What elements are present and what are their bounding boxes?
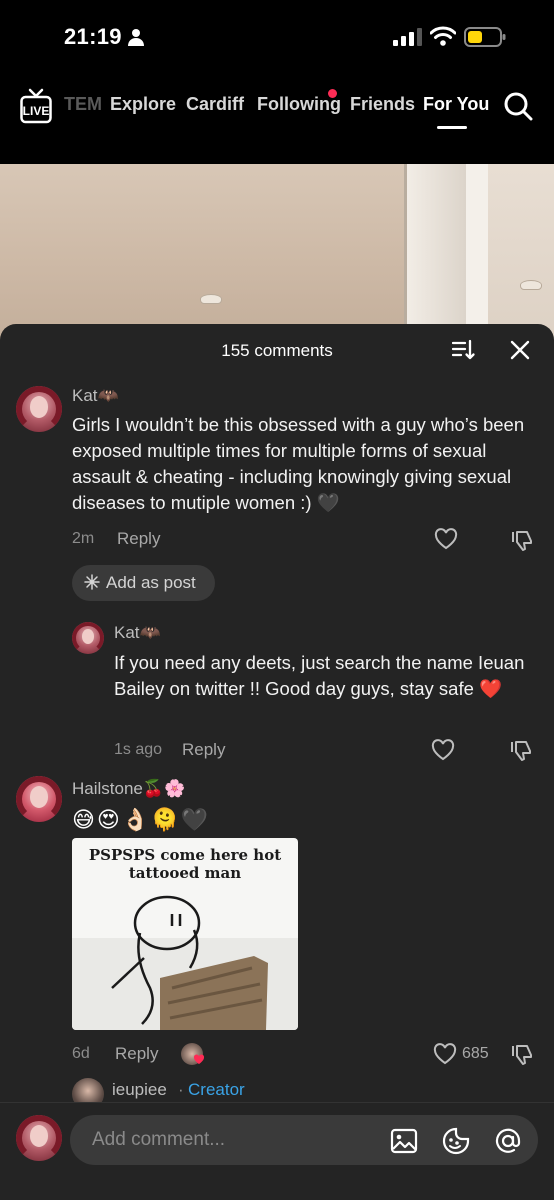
heart-icon[interactable] <box>433 1043 457 1065</box>
nav-item-for-you[interactable]: For You <box>423 94 489 115</box>
reply-username[interactable]: Kat🦇 <box>114 623 161 643</box>
like-count: 685 <box>462 1045 489 1062</box>
svg-text:LIVE: LIVE <box>23 104 50 118</box>
top-nav: LIVE TEM Explore Cardiff Following Frien… <box>0 72 554 164</box>
reply-button[interactable]: Reply <box>117 529 160 549</box>
nav-item-friends[interactable]: Friends <box>350 94 415 115</box>
heart-icon[interactable] <box>434 528 458 550</box>
dislike-icon[interactable] <box>510 740 532 762</box>
nav-item-tem[interactable]: TEM <box>64 94 102 115</box>
my-avatar <box>16 1115 62 1161</box>
dislike-icon[interactable] <box>511 1044 533 1066</box>
signal-icon <box>393 28 422 46</box>
status-bar: 21:19 <box>0 0 554 72</box>
video-smoke-detector <box>520 280 542 290</box>
reply-button[interactable]: Reply <box>115 1044 158 1064</box>
comment-emoji-text: 😅😍👌🏻🫠🖤 <box>72 807 211 832</box>
battery-icon <box>464 27 506 47</box>
add-as-post-button[interactable]: Add as post <box>72 565 215 601</box>
emoji-icon[interactable] <box>442 1127 470 1155</box>
nav-item-explore[interactable]: Explore <box>110 94 176 115</box>
video-door <box>404 164 466 344</box>
avatar[interactable] <box>72 622 104 654</box>
comment-input[interactable]: Add comment... <box>70 1115 538 1165</box>
person-icon <box>128 29 144 46</box>
nav-item-cardiff[interactable]: Cardiff <box>186 94 244 115</box>
add-as-post-label: Add as post <box>106 573 196 592</box>
comment-time: 2m <box>72 530 95 547</box>
creator-badge: Creator <box>188 1080 245 1099</box>
meme-drawing <box>72 895 298 1030</box>
video-door-frame <box>466 164 488 344</box>
comment-input-bar: Add comment... <box>0 1102 554 1200</box>
following-notification-dot <box>328 89 337 98</box>
creator-username[interactable]: ieupiee <box>112 1080 167 1100</box>
wifi-icon <box>430 26 456 46</box>
creator-separator: · <box>178 1080 184 1099</box>
video-smoke-detector <box>200 294 222 304</box>
comment-text: Girls I wouldn’t be this obsessed with a… <box>72 414 525 513</box>
comment-username[interactable]: Hailstone🍒🌸 <box>72 779 185 799</box>
comment-time: 6d <box>72 1045 90 1062</box>
sparkle-icon <box>84 574 100 590</box>
comment-input-placeholder: Add comment... <box>92 1129 226 1150</box>
avatar[interactable] <box>16 386 62 432</box>
search-icon[interactable] <box>503 91 533 121</box>
comments-sheet: 155 comments Kat🦇 Girls I wouldn’t be th… <box>0 324 554 1200</box>
video-preview[interactable] <box>0 164 554 344</box>
image-icon[interactable] <box>390 1127 418 1155</box>
dislike-icon[interactable] <box>511 530 533 552</box>
heart-icon <box>193 1054 205 1064</box>
meme-image[interactable]: PSPSPS come here hot tattooed man <box>72 838 298 1030</box>
reply-time: 1s ago <box>114 741 163 758</box>
active-tab-indicator <box>437 126 467 129</box>
avatar[interactable] <box>16 776 62 822</box>
status-time: 21:19 <box>64 24 122 49</box>
sort-icon[interactable] <box>452 338 476 362</box>
close-icon[interactable] <box>510 340 530 360</box>
comment-username[interactable]: Kat🦇 <box>72 386 119 406</box>
heart-icon[interactable] <box>431 739 455 761</box>
nav-item-following[interactable]: Following <box>257 94 341 115</box>
reply-button[interactable]: Reply <box>182 740 225 760</box>
reply-text: If you need any deets, just search the n… <box>114 652 525 699</box>
live-icon[interactable]: LIVE <box>20 88 52 124</box>
mention-icon[interactable] <box>494 1127 522 1155</box>
